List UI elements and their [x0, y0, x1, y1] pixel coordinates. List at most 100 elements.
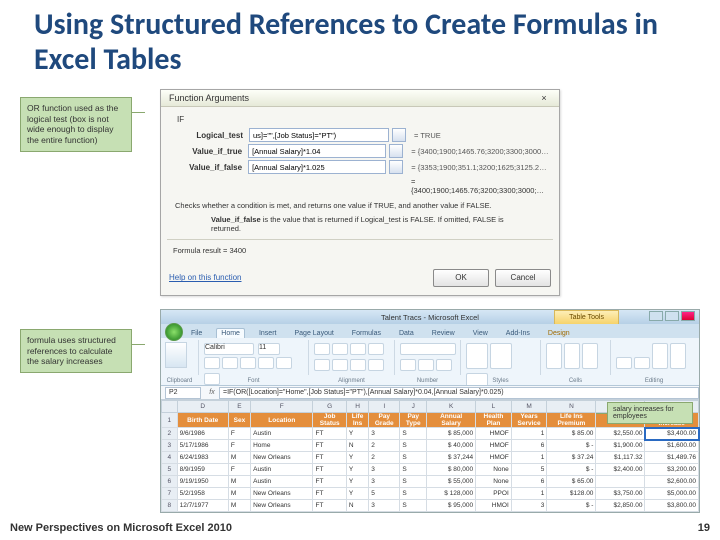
font-size[interactable]: 11: [258, 343, 280, 355]
range-picker-icon[interactable]: [392, 128, 406, 142]
row-header[interactable]: 4: [162, 452, 178, 464]
col-header[interactable]: F: [251, 401, 313, 413]
cell[interactable]: 5/17/1986: [177, 440, 228, 452]
cond-format-icon[interactable]: [466, 343, 488, 369]
cell[interactable]: Y: [346, 428, 368, 440]
close-icon[interactable]: ×: [537, 93, 551, 103]
table-header[interactable]: YearsService: [511, 413, 547, 428]
cell[interactable]: FT: [313, 500, 346, 512]
cell[interactable]: $1,117.32: [596, 452, 645, 464]
insert-icon[interactable]: [546, 343, 562, 369]
cell[interactable]: F: [228, 428, 250, 440]
cell[interactable]: HMOI: [476, 500, 512, 512]
table-header[interactable]: LifeIns: [346, 413, 368, 428]
name-box[interactable]: P2: [165, 387, 201, 399]
format-icon[interactable]: [582, 343, 598, 369]
cell[interactable]: 3: [369, 428, 400, 440]
close-icon[interactable]: [681, 311, 695, 321]
row-header[interactable]: 3: [162, 440, 178, 452]
merge-icon[interactable]: [368, 359, 384, 371]
col-header[interactable]: J: [400, 401, 427, 413]
cell[interactable]: FT: [313, 428, 346, 440]
cell[interactable]: None: [476, 476, 512, 488]
table-row[interactable]: 46/24/1983MNew OrleansFTY2S$ 37,244HMOF1…: [162, 452, 699, 464]
fx-icon[interactable]: fx: [205, 389, 219, 396]
cell[interactable]: Y: [346, 464, 368, 476]
col-header[interactable]: N: [547, 401, 596, 413]
help-link[interactable]: Help on this function: [169, 273, 242, 282]
col-header[interactable]: [162, 401, 178, 413]
cell[interactable]: 6: [511, 476, 547, 488]
col-header[interactable]: G: [313, 401, 346, 413]
border-icon[interactable]: [258, 357, 274, 369]
cell[interactable]: Y: [346, 476, 368, 488]
align-icon[interactable]: [332, 343, 348, 355]
table-header[interactable]: AnnualSalary: [427, 413, 476, 428]
col-header[interactable]: D: [177, 401, 228, 413]
cell[interactable]: New Orleans: [251, 452, 313, 464]
cell[interactable]: $3,750.00: [596, 488, 645, 500]
cell[interactable]: 6/24/1983: [177, 452, 228, 464]
row-header[interactable]: 2: [162, 428, 178, 440]
cell[interactable]: HMOF: [476, 452, 512, 464]
cell[interactable]: 2: [369, 452, 400, 464]
cell[interactable]: Y: [346, 488, 368, 500]
cell[interactable]: 5: [511, 464, 547, 476]
paste-icon[interactable]: [165, 342, 187, 368]
cell[interactable]: PPOI: [476, 488, 512, 500]
range-picker-icon[interactable]: [389, 144, 403, 158]
cell[interactable]: $1,600.00: [645, 440, 699, 452]
cell[interactable]: S: [400, 440, 427, 452]
format-table-icon[interactable]: [490, 343, 512, 369]
align-icon[interactable]: [350, 343, 366, 355]
font-select[interactable]: Calibri: [204, 343, 254, 355]
table-row[interactable]: 58/9/1959FAustinFTY3S$ 80,000None5$ -$2,…: [162, 464, 699, 476]
table-header[interactable]: Location: [251, 413, 313, 428]
align-icon[interactable]: [332, 359, 348, 371]
row-header[interactable]: 7: [162, 488, 178, 500]
tab-review[interactable]: Review: [428, 329, 459, 338]
cell[interactable]: $ 55,000: [427, 476, 476, 488]
fill-color-icon[interactable]: [276, 357, 292, 369]
cell[interactable]: $ 40,000: [427, 440, 476, 452]
table-row[interactable]: 75/2/1958MNew OrleansFTY5S$ 128,000PPOI1…: [162, 488, 699, 500]
col-header[interactable]: L: [476, 401, 512, 413]
cell[interactable]: $128.00: [547, 488, 596, 500]
formula-input[interactable]: =IF(OR([Location]="Home",[Job Status]="P…: [219, 387, 699, 399]
cancel-button[interactable]: Cancel: [495, 269, 551, 287]
row-header[interactable]: 8: [162, 500, 178, 512]
fill-icon[interactable]: [634, 357, 650, 369]
tab-file[interactable]: File: [187, 329, 206, 338]
cell[interactable]: N: [346, 440, 368, 452]
table-header[interactable]: Life InsPremium: [547, 413, 596, 428]
autosum-icon[interactable]: [616, 357, 632, 369]
cell[interactable]: FT: [313, 488, 346, 500]
cell[interactable]: M: [228, 500, 250, 512]
value-true-input[interactable]: [248, 144, 386, 158]
cell[interactable]: $ 85,000: [427, 428, 476, 440]
table-header[interactable]: Sex: [228, 413, 250, 428]
delete-icon[interactable]: [564, 343, 580, 369]
table-header[interactable]: HealthPlan: [476, 413, 512, 428]
cell[interactable]: $ 65.00: [547, 476, 596, 488]
cell[interactable]: 2: [369, 440, 400, 452]
cell[interactable]: $2,850.00: [596, 500, 645, 512]
italic-icon[interactable]: [222, 357, 238, 369]
ok-button[interactable]: OK: [433, 269, 489, 287]
cell[interactable]: M: [228, 476, 250, 488]
cell[interactable]: 3: [369, 476, 400, 488]
tab-insert[interactable]: Insert: [255, 329, 281, 338]
excel-titlebar[interactable]: Talent Tracs - Microsoft Excel Table Too…: [161, 310, 699, 324]
tab-page-layout[interactable]: Page Layout: [290, 329, 337, 338]
cell[interactable]: Austin: [251, 464, 313, 476]
col-header[interactable]: K: [427, 401, 476, 413]
cell[interactable]: 1: [511, 428, 547, 440]
tab-design[interactable]: Design: [544, 329, 574, 338]
wrap-text-icon[interactable]: [368, 343, 384, 355]
cell[interactable]: $ 95,000: [427, 500, 476, 512]
cell[interactable]: 3: [369, 500, 400, 512]
cell[interactable]: $2,550.00: [596, 428, 645, 440]
row-header[interactable]: 6: [162, 476, 178, 488]
cell[interactable]: HMOF: [476, 428, 512, 440]
table-row[interactable]: 29/6/1986FAustinFTY3S$ 85,000HMOF1$ 85.0…: [162, 428, 699, 440]
